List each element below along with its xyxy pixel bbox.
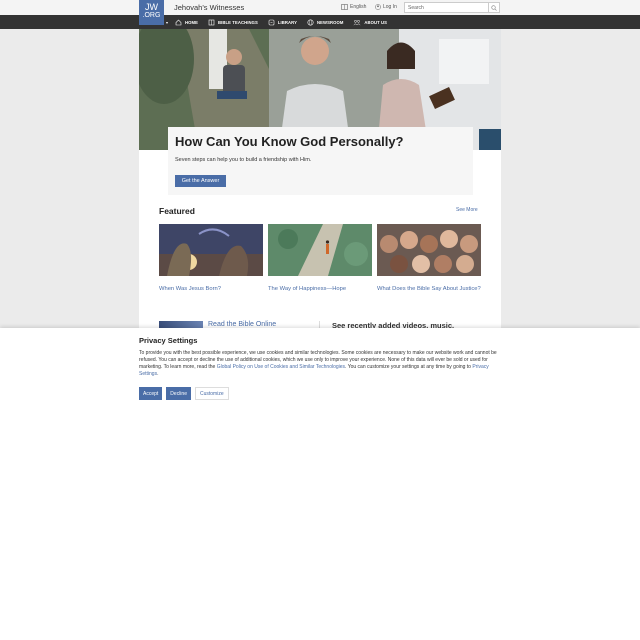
login-label: Log In <box>383 4 397 10</box>
site-title[interactable]: Jehovah's Witnesses <box>174 3 244 12</box>
home-icon <box>175 19 182 25</box>
accept-button[interactable]: Accept <box>139 387 163 400</box>
featured-card-2[interactable]: The Way of Happiness—Hope <box>268 224 372 293</box>
cookie-policy-link[interactable]: Global Policy on Use of Cookies and Simi… <box>217 364 345 370</box>
nav-item-bible-teachings[interactable]: BIBLE TEACHINGS <box>208 19 258 26</box>
nav-label-bible-teachings: BIBLE TEACHINGS <box>217 19 258 25</box>
card-image-happiness-hope[interactable] <box>268 224 372 276</box>
card-image-jesus-born[interactable] <box>159 224 263 276</box>
get-the-answer-button[interactable]: Get the Answer <box>175 175 226 187</box>
privacy-text-end: . <box>157 371 159 377</box>
card-title[interactable]: When Was Jesus Born? <box>159 286 263 293</box>
book-icon <box>208 19 215 25</box>
user-icon <box>375 4 381 10</box>
card-image-justice[interactable] <box>377 224 481 276</box>
featured-card-1[interactable]: When Was Jesus Born? <box>159 224 263 293</box>
see-more-link[interactable]: See More <box>456 207 478 213</box>
privacy-title: Privacy Settings <box>139 336 198 345</box>
login-link[interactable]: Log In <box>375 4 397 10</box>
search-input[interactable]: Search <box>404 2 489 13</box>
nav-label-library: LIBRARY <box>277 19 298 25</box>
privacy-banner: Privacy Settings To provide you with the… <box>0 328 640 640</box>
chevron-down-icon[interactable]: ▾ <box>166 20 168 25</box>
logo-text-jw: JW <box>145 2 158 12</box>
logo-text-org: .ORG <box>142 12 161 19</box>
decline-button[interactable]: Decline <box>166 387 191 400</box>
library-icon <box>268 19 275 25</box>
card-title[interactable]: What Does the Bible Say About Justice? <box>377 286 481 293</box>
jw-logo[interactable]: JW .ORG <box>139 0 164 25</box>
hero-subtitle: Seven steps can help you to build a frie… <box>175 157 312 163</box>
top-bar <box>0 0 640 15</box>
privacy-text: To provide you with the best possible ex… <box>139 350 502 378</box>
language-label: English <box>350 4 367 10</box>
hero-title: How Can You Know God Personally? <box>175 134 404 149</box>
nav-item-newsroom[interactable]: NEWSROOM <box>307 18 344 26</box>
nav-item-home[interactable]: HOME <box>175 19 198 26</box>
people-icon <box>354 19 361 25</box>
card-title[interactable]: The Way of Happiness—Hope <box>268 286 372 293</box>
privacy-buttons: Accept Decline Customize <box>139 387 229 400</box>
search-icon <box>491 4 497 11</box>
main-content: How Can You Know God Personally? Seven s… <box>139 29 501 330</box>
nav-item-about-us[interactable]: ABOUT US <box>353 19 387 26</box>
customize-button[interactable]: Customize <box>194 387 229 400</box>
search-button[interactable] <box>488 2 500 13</box>
main-navigation: ▾ HOME BIBLE TEACHINGS LIBRARY NEWSROOM … <box>0 15 640 29</box>
nav-label-newsroom: NEWSROOM <box>317 19 344 25</box>
nav-label-home: HOME <box>185 19 198 25</box>
nav-item-library[interactable]: LIBRARY <box>268 19 297 26</box>
globe-icon <box>307 18 314 26</box>
featured-card-3[interactable]: What Does the Bible Say About Justice? <box>377 224 481 293</box>
language-icon <box>341 4 348 10</box>
language-selector[interactable]: English <box>341 4 366 10</box>
featured-heading: Featured <box>159 206 195 216</box>
read-bible-online-link[interactable]: Read the Bible Online <box>208 321 276 328</box>
privacy-text-part2: . You can customize your settings at any… <box>345 364 473 370</box>
nav-label-about-us: ABOUT US <box>364 19 388 25</box>
